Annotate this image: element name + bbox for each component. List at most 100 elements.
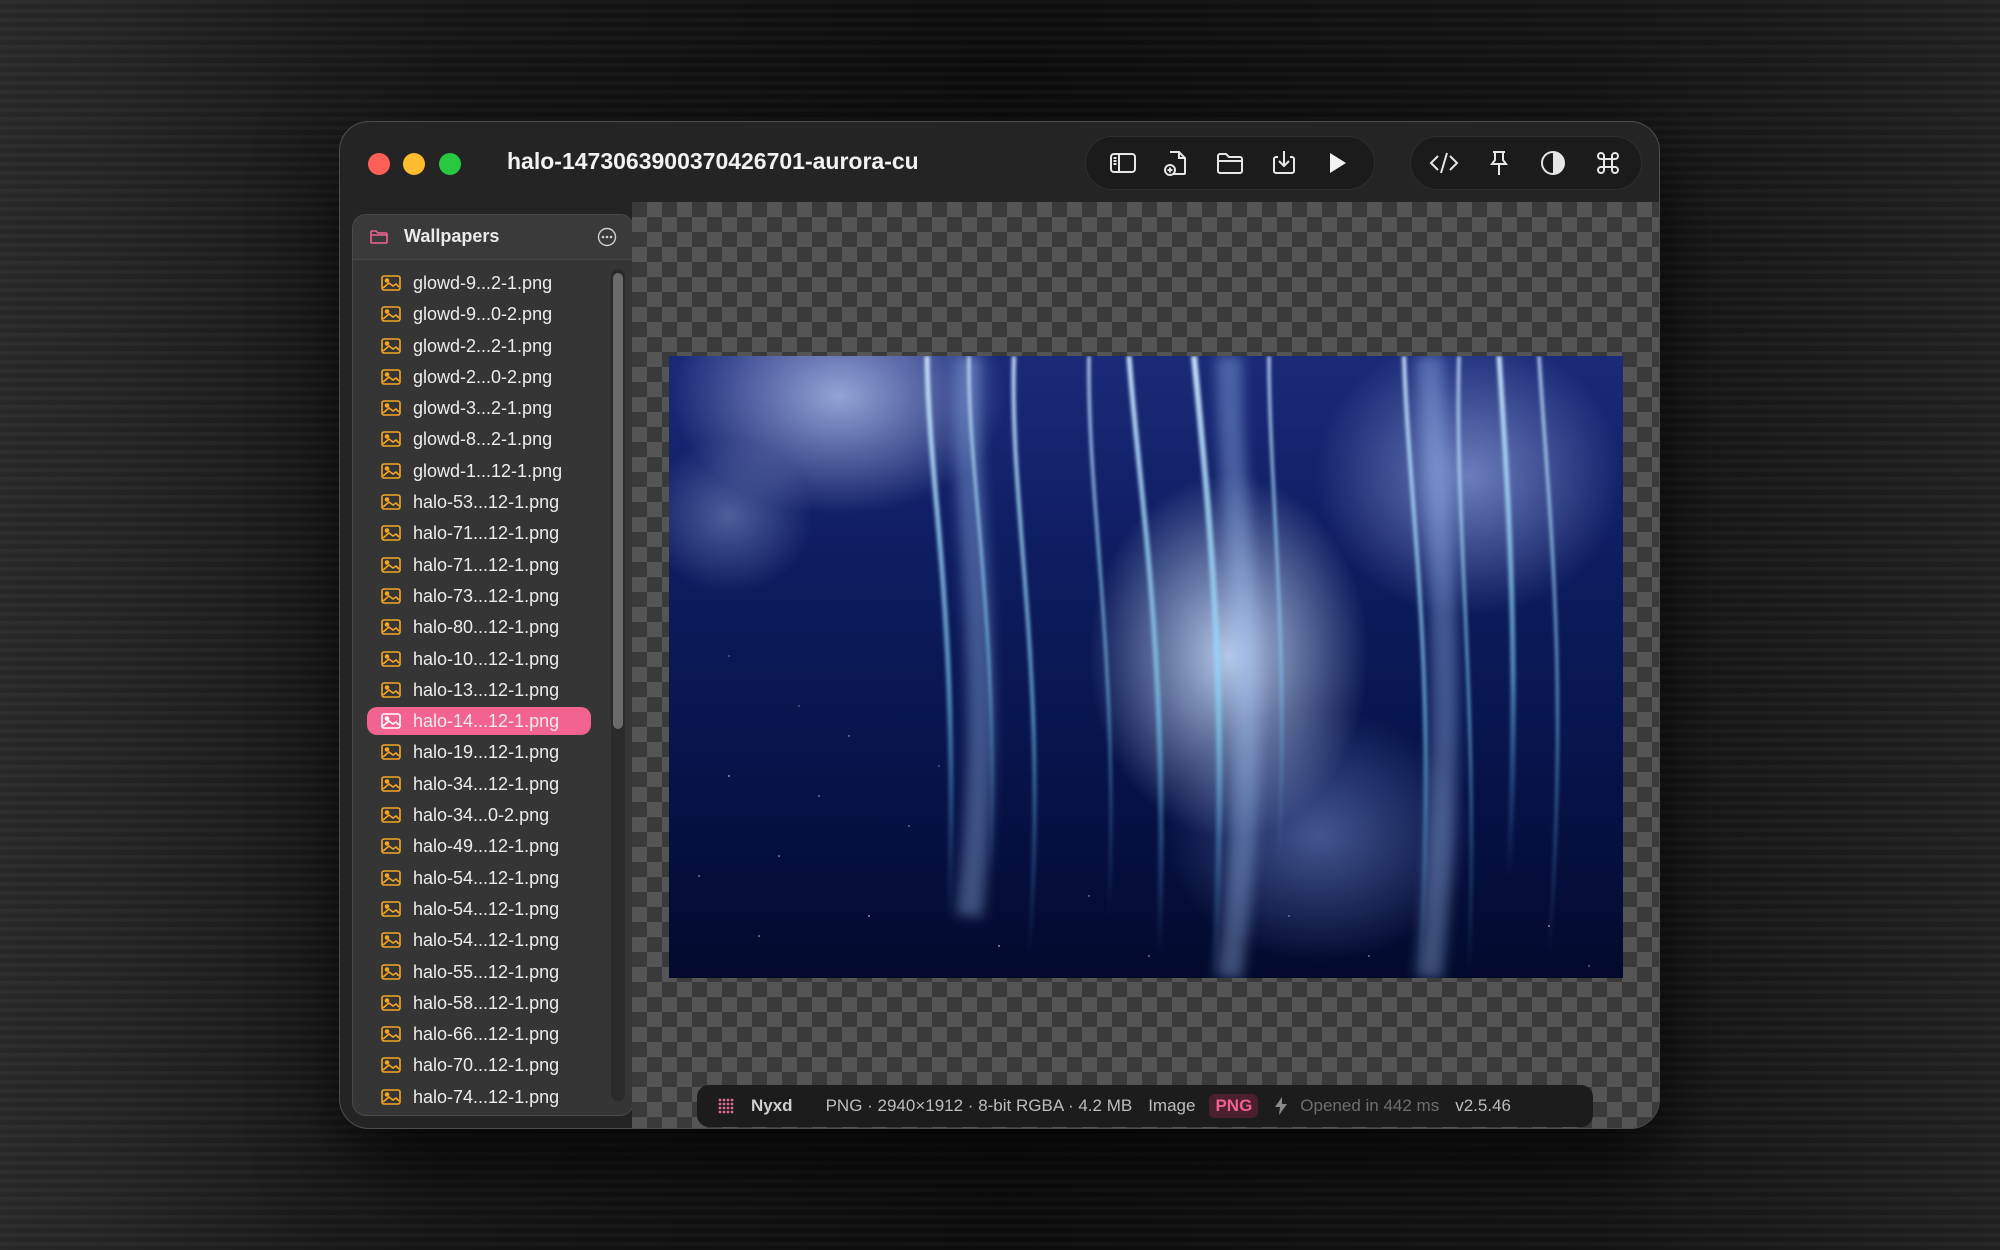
file-list-item[interactable]: halo-58...12-1.png xyxy=(367,989,591,1017)
image-file-icon xyxy=(381,901,401,917)
download-icon xyxy=(1272,151,1295,174)
file-list-item[interactable]: glowd-9...2-1.png xyxy=(367,269,591,297)
file-kind: Image xyxy=(1148,1096,1196,1115)
window-title: halo-1473063900370426701-aurora-custom22… xyxy=(507,148,917,174)
download-button[interactable] xyxy=(1263,142,1305,184)
status-bar: Nyxd PNG · 2940×1912 · 8-bit RGBA · 4.2 … xyxy=(697,1085,1593,1127)
more-options-icon[interactable] xyxy=(597,227,617,247)
file-name: halo-14...12-1.png xyxy=(413,711,560,732)
scrollbar-thumb[interactable] xyxy=(613,273,623,729)
contrast-icon xyxy=(1541,151,1566,175)
file-name: halo-54...12-1.png xyxy=(413,898,560,919)
sidebar-toggle-icon xyxy=(1109,153,1136,173)
file-list-item[interactable]: halo-74...12-1.png xyxy=(367,1083,591,1111)
file-name: glowd-1...12-1.png xyxy=(413,460,563,481)
code-icon xyxy=(1429,152,1459,174)
file-list: glowd-9...2-1.png glowd-9...0-2.png glowd-… xyxy=(353,269,603,1114)
file-info: PNG · 2940×1912 · 8-bit RGBA · 4.2 MB xyxy=(825,1096,1133,1115)
file-list-item[interactable]: halo-73...12-1.png xyxy=(367,582,591,610)
close-window-button[interactable] xyxy=(368,153,390,175)
pin-button[interactable] xyxy=(1478,142,1520,184)
file-list-item[interactable]: halo-54...12-1.png xyxy=(367,926,591,954)
file-list-item[interactable]: halo-55...12-1.png xyxy=(367,958,591,986)
file-list-item[interactable]: halo-34...12-1.png xyxy=(367,770,591,798)
bolt-icon xyxy=(1275,1097,1288,1115)
image-file-icon xyxy=(381,932,401,949)
file-list-item[interactable]: halo-19...12-1.png xyxy=(367,738,591,766)
image-file-icon xyxy=(381,995,401,1011)
file-name: halo-71...12-1.png xyxy=(413,554,560,575)
app-version: v2.5.46 xyxy=(1455,1096,1511,1115)
image-file-icon xyxy=(381,807,401,823)
file-list-item[interactable]: halo-70...12-1.png xyxy=(367,1051,591,1079)
shortcuts-button[interactable] xyxy=(1587,142,1629,184)
file-list-item[interactable]: glowd-8...2-1.png xyxy=(367,425,591,453)
image-file-icon xyxy=(381,400,401,416)
folder-icon xyxy=(370,230,388,244)
toggle-sidebar-button[interactable] xyxy=(1102,142,1144,184)
new-file-button[interactable] xyxy=(1155,142,1197,184)
minimize-window-button[interactable] xyxy=(403,153,425,175)
file-list-item[interactable]: halo-54...12-1.png xyxy=(367,864,591,892)
sidebar-title: Wallpapers xyxy=(404,226,500,246)
file-name: halo-34...0-2.png xyxy=(413,805,550,826)
file-name: halo-53...12-1.png xyxy=(413,492,560,513)
file-list-item[interactable]: glowd-2...2-1.png xyxy=(367,332,591,360)
image-file-icon xyxy=(381,462,401,479)
code-view-button[interactable] xyxy=(1423,142,1465,184)
file-list-item[interactable]: glowd-3...2-1.png xyxy=(367,394,591,422)
maximize-window-button[interactable] xyxy=(439,153,461,175)
file-name: glowd-3...2-1.png xyxy=(413,398,553,419)
image-file-icon xyxy=(381,1057,401,1074)
contrast-button[interactable] xyxy=(1532,142,1574,184)
file-list-item[interactable]: halo-14...12-1.png xyxy=(367,707,591,736)
file-name: halo-66...12-1.png xyxy=(413,1024,560,1045)
image-file-icon xyxy=(381,682,401,698)
file-list-item[interactable]: halo-54...12-1.png xyxy=(367,895,591,923)
file-name: halo-19...12-1.png xyxy=(413,742,560,763)
file-name: halo-70...12-1.png xyxy=(413,1055,560,1076)
image-file-icon xyxy=(381,1026,401,1042)
new-file-icon xyxy=(1164,151,1187,176)
file-name: glowd-2...2-1.png xyxy=(413,335,553,356)
open-time: Opened in 442 ms xyxy=(1300,1096,1440,1115)
file-name: halo-49...12-1.png xyxy=(413,836,560,857)
file-name: halo-55...12-1.png xyxy=(413,961,560,982)
file-list-item[interactable]: halo-66...12-1.png xyxy=(367,1020,591,1048)
file-name: glowd-2...0-2.png xyxy=(413,366,553,387)
file-name: halo-73...12-1.png xyxy=(413,585,560,606)
image-file-icon xyxy=(381,588,401,604)
file-list-item[interactable]: halo-49...12-1.png xyxy=(367,832,591,860)
image-file-icon xyxy=(381,775,401,792)
image-file-icon xyxy=(381,556,401,573)
toolbar-group-file xyxy=(1085,136,1375,190)
file-list-item[interactable]: halo-80...12-1.png xyxy=(367,613,591,641)
sidebar-scrollbar[interactable] xyxy=(611,269,625,1101)
open-folder-button[interactable] xyxy=(1209,142,1251,184)
file-list-item[interactable]: glowd-2...0-2.png xyxy=(367,363,591,391)
format-badge: PNG xyxy=(1209,1094,1259,1118)
file-list-item[interactable]: halo-71...12-1.png xyxy=(367,519,591,547)
aurora-image xyxy=(698,356,1590,978)
image-file-icon xyxy=(381,869,401,886)
image-file-icon xyxy=(381,963,401,980)
file-list-item[interactable]: halo-13...12-1.png xyxy=(367,676,591,704)
file-name: glowd-8...2-1.png xyxy=(413,429,553,450)
image-file-icon xyxy=(381,525,401,542)
file-list-item[interactable]: halo-71...12-1.png xyxy=(367,551,591,579)
file-list-item[interactable]: halo-53...12-1.png xyxy=(367,488,591,516)
file-name: glowd-9...0-2.png xyxy=(413,304,553,325)
nyxd-logo-icon xyxy=(718,1098,734,1114)
file-list-item[interactable]: halo-10...12-1.png xyxy=(367,645,591,673)
sidebar-header: Wallpapers xyxy=(353,215,633,260)
file-list-item[interactable]: glowd-9...0-2.png xyxy=(367,300,591,328)
command-icon xyxy=(1596,152,1619,174)
file-list-item[interactable]: glowd-1...12-1.png xyxy=(367,457,591,485)
title-bar: halo-1473063900370426701-aurora-custom22… xyxy=(340,122,1659,202)
play-slideshow-button[interactable] xyxy=(1316,142,1358,184)
sidebar: Wallpapers glowd-9...2-1.png glowd-9...0-… xyxy=(352,214,634,1116)
file-list-item[interactable]: halo-34...0-2.png xyxy=(367,801,591,829)
pin-icon xyxy=(1489,151,1508,175)
file-name: halo-34...12-1.png xyxy=(413,773,560,794)
image-file-icon xyxy=(381,431,401,448)
